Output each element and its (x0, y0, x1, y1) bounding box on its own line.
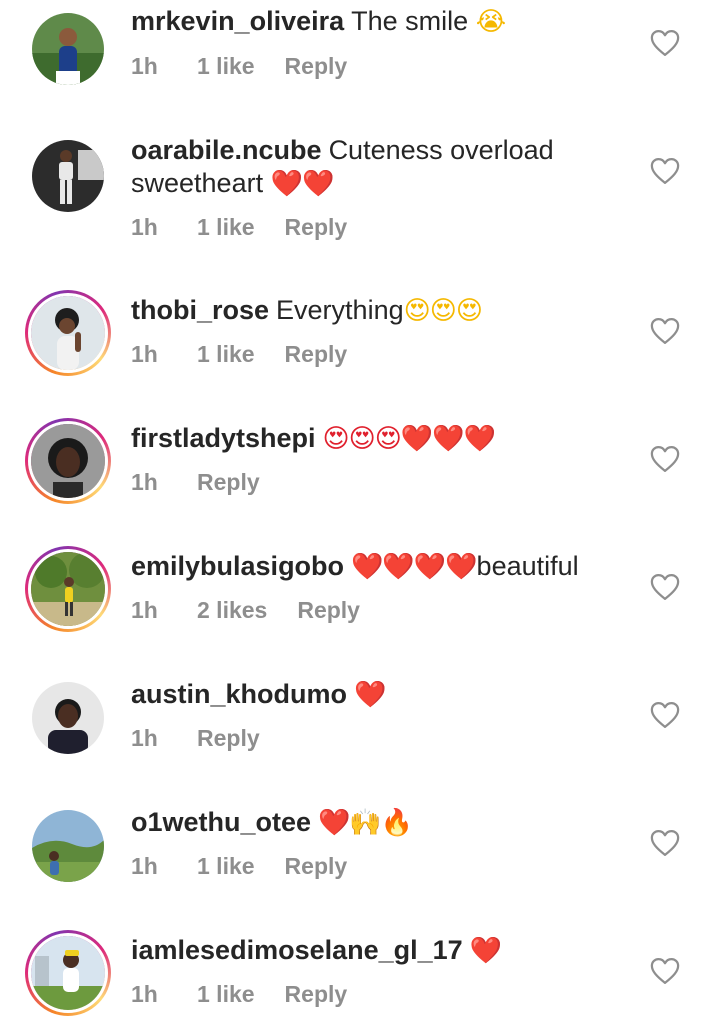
heart-outline-icon (650, 830, 680, 856)
comment-username[interactable]: mrkevin_oliveira (131, 6, 344, 36)
comment-likes[interactable]: 1 like (197, 853, 255, 880)
comment-username[interactable]: emilybulasigobo (131, 551, 344, 581)
comment-meta: 1h 1 like Reply (131, 981, 347, 1008)
comment-list: mrkevin_oliveira The smile 😭 1h 1 like Re… (0, 0, 720, 1016)
like-button[interactable] (650, 445, 680, 473)
comment-meta: 1h Reply (131, 725, 260, 752)
comment-meta: 1h 1 like Reply (131, 341, 347, 368)
comment-likes[interactable]: 2 likes (197, 597, 267, 624)
comment-username[interactable]: o1wethu_otee (131, 807, 311, 837)
comment-emoji: 😍😍😍❤️❤️❤️ (322, 424, 496, 454)
comment-text: The smile (351, 6, 469, 36)
reply-button[interactable]: Reply (297, 597, 360, 624)
avatar[interactable] (25, 803, 111, 889)
reply-button[interactable]: Reply (285, 53, 348, 80)
like-button[interactable] (650, 29, 680, 57)
heart-outline-icon (650, 318, 680, 344)
heart-outline-icon (650, 30, 680, 56)
reply-button[interactable]: Reply (285, 981, 348, 1008)
avatar[interactable] (25, 6, 111, 92)
heart-outline-icon (650, 446, 680, 472)
comment-emoji: ❤️🙌🔥 (318, 808, 413, 838)
like-button[interactable] (650, 701, 680, 729)
comment-time: 1h (131, 341, 158, 367)
comment-emoji: ❤️❤️❤️❤️ (351, 552, 477, 582)
avatar[interactable] (25, 418, 111, 504)
comment-time: 1h (131, 53, 158, 79)
comment-username[interactable]: iamlesedimoselane_gl_17 (131, 935, 463, 965)
comment-meta: 1h 1 like Reply (131, 853, 347, 880)
comment-emoji: 😍😍😍 (403, 296, 483, 326)
comment-username[interactable]: thobi_rose (131, 295, 269, 325)
avatar[interactable] (25, 546, 111, 632)
heart-outline-icon (650, 958, 680, 984)
comment-likes[interactable]: 1 like (197, 214, 255, 241)
avatar[interactable] (25, 930, 111, 1016)
heart-outline-icon (650, 158, 680, 184)
like-button[interactable] (650, 829, 680, 857)
comment-likes[interactable]: 1 like (197, 981, 255, 1008)
comment-meta: 1h 2 likes Reply (131, 597, 360, 624)
reply-button[interactable]: Reply (285, 214, 348, 241)
comment-emoji: ❤️ (469, 936, 502, 966)
comment-emoji: ❤️❤️ (270, 169, 335, 199)
avatar[interactable] (25, 133, 111, 219)
like-button[interactable] (650, 957, 680, 985)
like-button[interactable] (650, 317, 680, 345)
reply-button[interactable]: Reply (285, 853, 348, 880)
reply-button[interactable]: Reply (197, 725, 260, 752)
heart-outline-icon (650, 574, 680, 600)
comment-time: 1h (131, 469, 158, 495)
reply-button[interactable]: Reply (197, 469, 260, 496)
comment-time: 1h (131, 214, 158, 240)
avatar[interactable] (25, 290, 111, 376)
comment-time: 1h (131, 981, 158, 1007)
comment-username[interactable]: oarabile.ncube (131, 135, 322, 165)
reply-button[interactable]: Reply (285, 341, 348, 368)
avatar[interactable] (25, 675, 111, 761)
comment-meta: 1h 1 like Reply (131, 53, 347, 80)
comment-meta: 1h 1 like Reply (131, 214, 347, 241)
like-button[interactable] (650, 573, 680, 601)
comment-time: 1h (131, 853, 158, 879)
comment-time: 1h (131, 725, 158, 751)
comment-username[interactable]: firstladytshepi (131, 423, 316, 453)
heart-outline-icon (650, 702, 680, 728)
comment-emoji: 😭 (475, 7, 506, 37)
comment-likes[interactable]: 1 like (197, 53, 255, 80)
comment-username[interactable]: austin_khodumo (131, 679, 347, 709)
comment-text: beautiful (476, 551, 579, 581)
comment-likes[interactable]: 1 like (197, 341, 255, 368)
comment-time: 1h (131, 597, 158, 623)
comment-meta: 1h Reply (131, 469, 260, 496)
comment-emoji: ❤️ (354, 680, 386, 710)
like-button[interactable] (650, 157, 680, 185)
comment-text: Everything (276, 295, 404, 325)
